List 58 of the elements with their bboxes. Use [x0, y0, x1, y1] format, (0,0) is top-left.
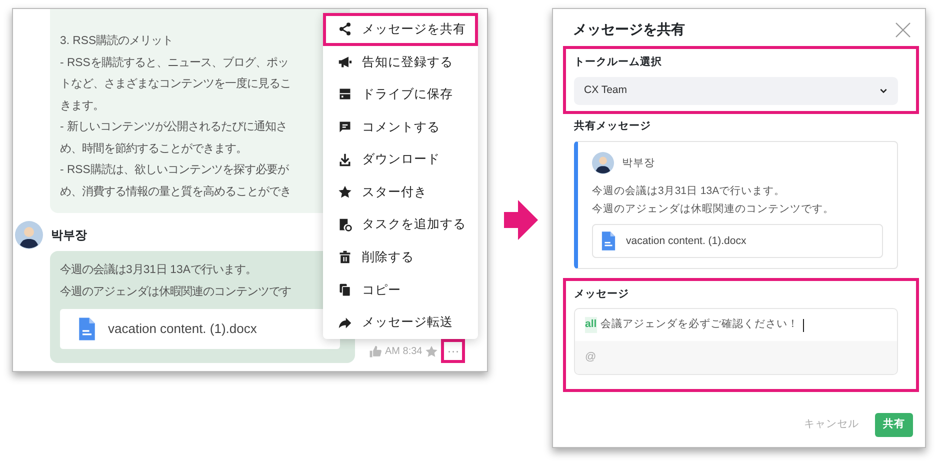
message-time: AM 8:34: [385, 344, 422, 358]
message-input-text: 会議アジェンダを必ずご確認ください！: [600, 317, 799, 332]
message-text: きます。: [60, 98, 105, 114]
message-text: - RSSを購読すると、ニュース、ブログ、ポッ: [60, 56, 290, 70]
message-text: め、消費する情報の量と質を高めることができ: [60, 184, 292, 200]
menu-item[interactable]: コピー: [323, 274, 478, 306]
forward-icon: [338, 316, 352, 330]
menu-item[interactable]: 削除する: [323, 241, 478, 274]
message-text: 3. RSS購読のメリット: [60, 34, 174, 49]
file-name: vacation content. (1).docx: [108, 320, 257, 338]
drive-icon: [338, 87, 352, 102]
file-name: vacation content. (1).docx: [626, 234, 746, 248]
avatar-icon: [15, 221, 43, 249]
menu-item[interactable]: タスクを追加する: [323, 208, 478, 242]
text-cursor: [802, 318, 804, 332]
thumbs-up-icon: [369, 344, 382, 358]
attachment-card[interactable]: vacation content. (1).docx: [60, 309, 340, 349]
menu-item[interactable]: スター付き: [323, 176, 478, 209]
message-text: - 新しいコンテンツが公開されるたびに通知さ: [60, 119, 288, 135]
share-icon: [338, 22, 352, 36]
megaphone-icon: [338, 54, 352, 69]
section-label: 共有メッセージ: [574, 118, 652, 134]
menu-item[interactable]: ドライブに保存: [323, 78, 478, 111]
message-text: - RSS購読は、欲しいコンテンツを探す必要が: [60, 162, 290, 178]
task-icon: [338, 218, 352, 232]
author-name: 박부장: [622, 156, 655, 170]
section-label: メッセージ: [574, 286, 630, 302]
mention-tag: all: [585, 317, 597, 333]
star-icon: [425, 344, 438, 358]
trash-icon: [338, 250, 352, 264]
star-icon: [338, 185, 352, 200]
document-icon: [601, 230, 616, 250]
message-text: 今週の会議は3月31日 13Aで行います。: [60, 262, 258, 278]
close-button[interactable]: [895, 22, 911, 38]
menu-item[interactable]: ダウンロード: [323, 143, 478, 176]
download-icon: [338, 152, 352, 167]
menu-item[interactable]: コメントする: [323, 110, 478, 144]
menu-item[interactable]: 告知に登録する: [323, 46, 478, 78]
message-text: 今週のアジェンダは休暇関連のコンテンツです: [60, 284, 292, 300]
message-text: トなど、さまざまなコンテンツを一度に見るこ: [60, 76, 292, 92]
comment-icon: [338, 120, 352, 134]
avatar-icon: [592, 152, 614, 174]
copy-icon: [338, 283, 352, 298]
dialog-title: メッセージを共有: [573, 20, 685, 39]
chevron-down-icon: [879, 86, 888, 96]
author-name: 박부장: [51, 227, 87, 244]
message-text: め、時間を節約することができます。: [60, 142, 248, 156]
section-label: トークルーム選択: [574, 55, 663, 70]
room-select[interactable]: CX Team: [574, 76, 898, 105]
message-field[interactable]: all 会議アジェンダを必ずご確認ください！ @: [574, 308, 898, 374]
select-value: CX Team: [584, 82, 627, 98]
message-text: 今週のアジェンダは休暇関連のコンテンツです。: [592, 202, 835, 216]
close-icon: [895, 22, 911, 38]
document-icon: [78, 317, 96, 341]
mention-input[interactable]: @: [575, 341, 897, 374]
arrow-icon: [504, 200, 538, 240]
message-text: 今週の会議は3月31日 13Aで行います。: [592, 184, 786, 198]
menu-item[interactable]: メッセージを共有: [323, 13, 478, 46]
